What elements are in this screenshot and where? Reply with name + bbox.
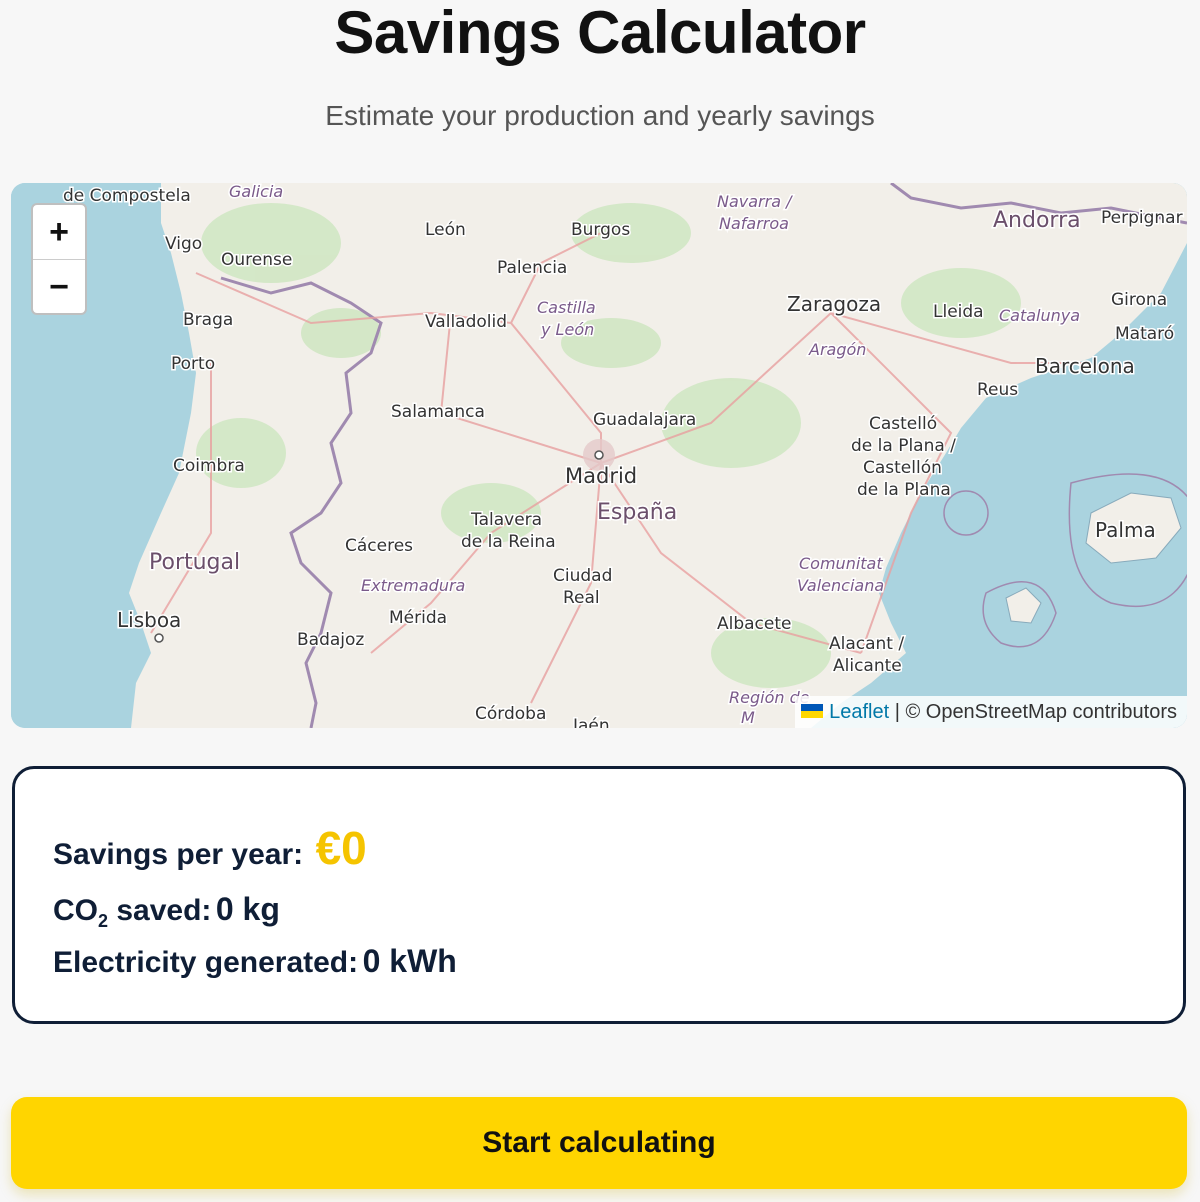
map-label: de la Plana — [857, 480, 951, 500]
map-label: Lleida — [933, 302, 984, 322]
electricity-label: Electricity generated: — [53, 946, 359, 979]
savings-value: €0 — [315, 822, 367, 874]
map-label: Comunitat — [799, 554, 883, 573]
map-label: Reus — [977, 380, 1018, 400]
page-subtitle: Estimate your production and yearly savi… — [325, 100, 875, 131]
map-label: España — [597, 500, 677, 525]
co2-label: CO2 saved: — [53, 894, 212, 931]
map-attribution: Leaflet | © OpenStreetMap contributors — [795, 696, 1187, 728]
map-label: Real — [563, 588, 600, 608]
map-label: Valenciana — [797, 576, 884, 595]
map-label: Galicia — [229, 183, 283, 201]
map-label: Guadalajara — [593, 410, 696, 430]
location-map[interactable]: de Compostela Galicia Vigo Ourense León … — [11, 183, 1187, 728]
map-label: Córdoba — [475, 704, 546, 724]
savings-label: Savings per year: — [53, 838, 304, 871]
leaflet-link[interactable]: Leaflet — [829, 701, 889, 723]
map-label: Talavera — [470, 510, 542, 530]
map-label: Zaragoza — [787, 292, 881, 316]
map-label: Mataró — [1115, 324, 1174, 344]
electricity-row: Electricity generated: 0 kWh — [53, 943, 457, 980]
map-label: Burgos — [571, 220, 630, 240]
map-label: Girona — [1111, 290, 1167, 310]
map-label: de la Plana / — [851, 436, 956, 456]
co2-value: 0 kg — [215, 891, 280, 927]
map-label: Alacant / — [829, 634, 904, 654]
savings-row: Savings per year: €0 — [53, 821, 367, 875]
page-title: Savings Calculator — [334, 0, 866, 66]
map-label: Portugal — [149, 550, 240, 575]
map-label: Nafarroa — [719, 214, 789, 233]
map-label: Aragón — [808, 340, 866, 359]
map-label: Mérida — [389, 608, 447, 628]
zoom-control: + − — [31, 203, 87, 315]
map-label: Alicante — [833, 656, 902, 676]
results-card: Savings per year: €0 CO2 saved: 0 kg Ele… — [12, 766, 1186, 1024]
map-label: Barcelona — [1035, 354, 1135, 378]
ukraine-flag-icon — [801, 703, 824, 718]
co2-row: CO2 saved: 0 kg — [53, 891, 280, 932]
map-label: Ourense — [221, 250, 292, 270]
map-label: Extremadura — [361, 576, 465, 595]
map-label: Navarra / — [717, 192, 793, 211]
map-label: Castilla — [537, 298, 596, 317]
map-label: Porto — [171, 354, 215, 374]
map-label: M — [741, 708, 755, 727]
map-label: Perpignar — [1101, 208, 1183, 228]
map-label: Valladolid — [425, 312, 507, 332]
savings-calculator-page: Savings Calculator Estimate your product… — [0, 0, 1200, 1202]
map-label: Ciudad — [553, 566, 612, 586]
map-label: Braga — [183, 310, 233, 330]
map-label: Castellón — [863, 458, 942, 478]
map-label: Palma — [1095, 518, 1156, 542]
co2-label-suffix: saved: — [108, 894, 212, 927]
attribution-text: | © OpenStreetMap contributors — [889, 701, 1177, 723]
map-label: Salamanca — [391, 402, 485, 422]
map-label: Lisboa — [117, 608, 181, 632]
map-label: y León — [540, 320, 594, 339]
madrid-marker — [594, 450, 604, 460]
map-tiles[interactable]: de Compostela Galicia Vigo Ourense León … — [11, 183, 1187, 728]
lisboa-marker — [154, 633, 164, 643]
map-label: Madrid — [565, 464, 637, 488]
map-label: Cáceres — [345, 536, 413, 556]
map-label: Palencia — [497, 258, 567, 278]
map-label: de la Reina — [461, 532, 556, 552]
zoom-in-button[interactable]: + — [33, 205, 85, 259]
zoom-out-button[interactable]: − — [33, 259, 85, 313]
electricity-value: 0 kWh — [362, 943, 457, 979]
map-label: Catalunya — [999, 306, 1080, 325]
map-label: Albacete — [717, 614, 792, 634]
co2-label-subscript: 2 — [98, 911, 109, 931]
map-label: León — [425, 220, 466, 240]
co2-label-prefix: CO — [53, 894, 98, 927]
map-label: Castelló — [869, 414, 937, 434]
map-label: Jaén — [572, 716, 610, 728]
map-label: Coimbra — [173, 456, 245, 476]
map-label: Vigo — [165, 234, 202, 254]
map-label: Andorra — [993, 208, 1081, 233]
map-label: Badajoz — [297, 630, 364, 650]
start-calculating-button[interactable]: Start calculating — [11, 1097, 1187, 1189]
